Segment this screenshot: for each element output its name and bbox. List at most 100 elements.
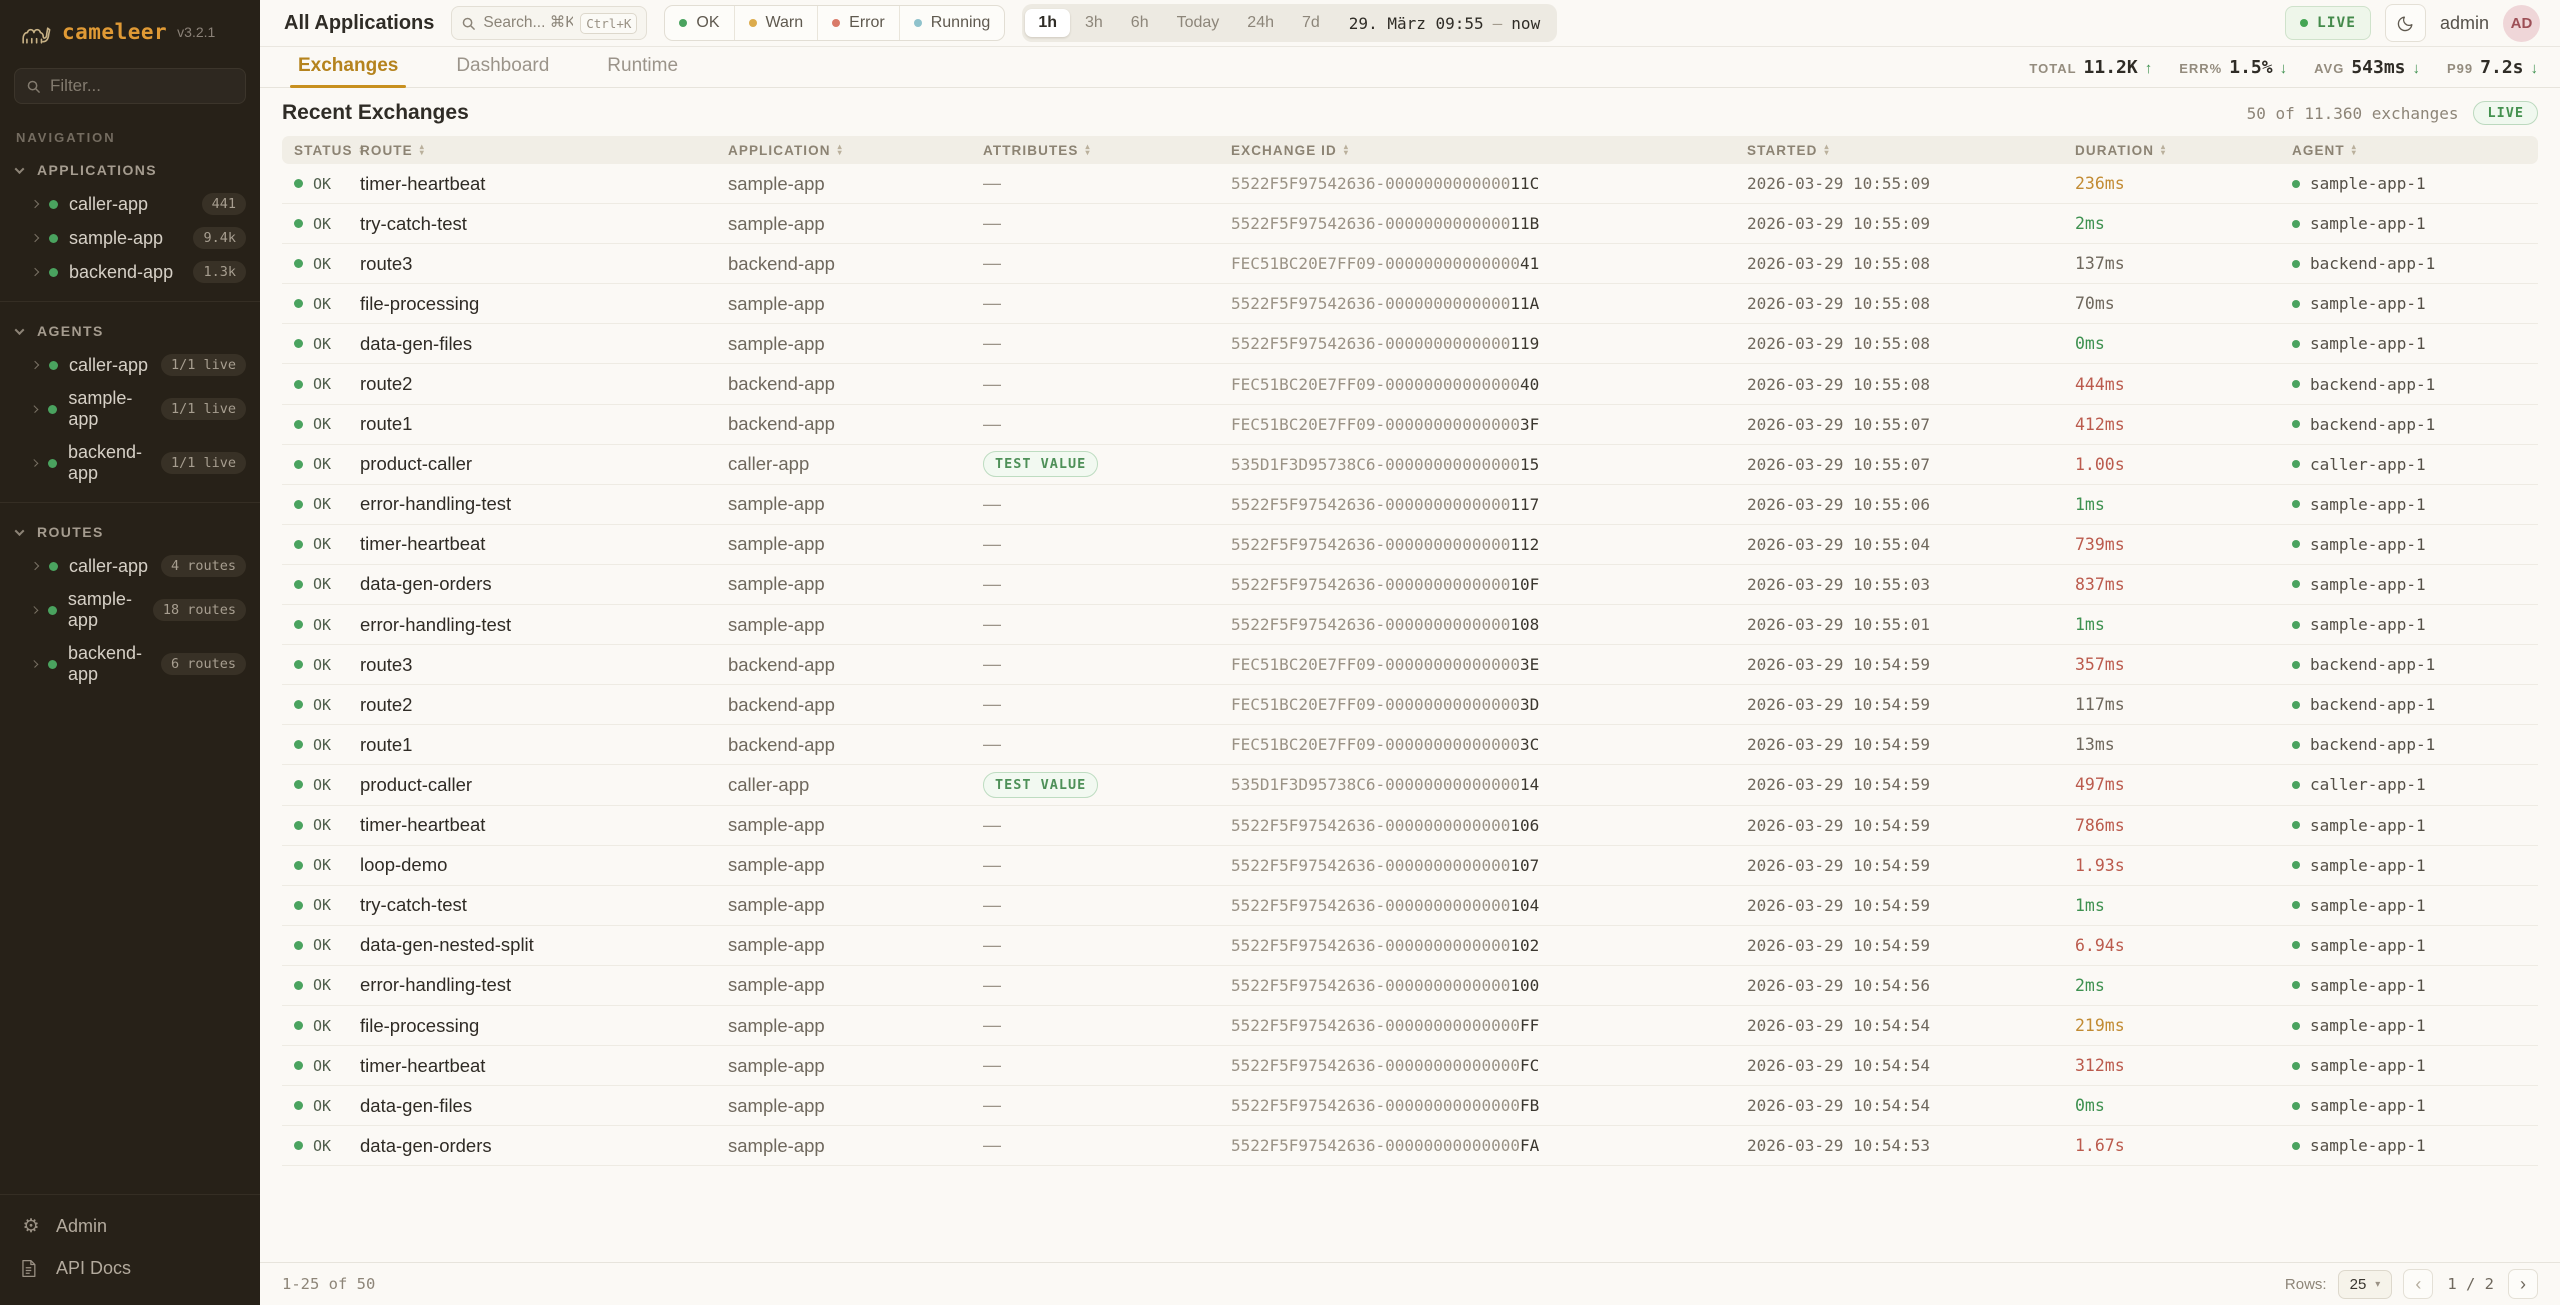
time-range-24h[interactable]: 24h xyxy=(1234,9,1287,37)
table-row[interactable]: OKtimer-heartbeatsample-app—5522F5F97542… xyxy=(282,1046,2538,1086)
sidebar-group-agents[interactable]: AGENTS xyxy=(0,314,260,348)
attributes-cell: — xyxy=(983,414,1231,435)
next-page-button[interactable]: › xyxy=(2508,1269,2538,1299)
status-filter-error[interactable]: Error xyxy=(818,6,900,40)
exchange-id-prefix: FEC51BC20E7FF09-00000000000000 xyxy=(1231,735,1520,754)
agent-status-dot xyxy=(2292,781,2300,789)
table-row[interactable]: OKroute1backend-app—FEC51BC20E7FF09-0000… xyxy=(282,725,2538,765)
theme-toggle-button[interactable] xyxy=(2385,4,2426,42)
exchange-id-prefix: 5522F5F97542636-0000000000000 xyxy=(1231,294,1510,313)
table-row[interactable]: OKdata-gen-filessample-app—5522F5F975426… xyxy=(282,324,2538,364)
exchange-id-prefix: 5522F5F97542636-00000000000000 xyxy=(1231,1016,1520,1035)
column-header-application[interactable]: APPLICATION▴▾ xyxy=(728,143,983,158)
column-header-route[interactable]: ROUTE▴▾ xyxy=(360,143,728,158)
tab-exchanges[interactable]: Exchanges xyxy=(296,47,400,87)
attribute-badge: TEST VALUE xyxy=(983,772,1098,798)
table-row[interactable]: OKtimer-heartbeatsample-app—5522F5F97542… xyxy=(282,164,2538,204)
table-row[interactable]: OKdata-gen-orderssample-app—5522F5F97542… xyxy=(282,1126,2538,1166)
table-row[interactable]: OKtimer-heartbeatsample-app—5522F5F97542… xyxy=(282,806,2538,846)
table-row[interactable]: OKdata-gen-filessample-app—5522F5F975426… xyxy=(282,1086,2538,1126)
search-input[interactable] xyxy=(483,14,573,32)
tab-dashboard[interactable]: Dashboard xyxy=(454,47,551,87)
table-row[interactable]: OKtry-catch-testsample-app—5522F5F975426… xyxy=(282,204,2538,244)
search-icon xyxy=(461,16,476,31)
status-filter-running[interactable]: Running xyxy=(900,6,1005,40)
agent-cell: caller-app-1 xyxy=(2292,455,2538,474)
sidebar-filter-input[interactable] xyxy=(50,76,234,96)
time-range-7d[interactable]: 7d xyxy=(1289,9,1333,37)
agent-cell: sample-app-1 xyxy=(2292,1056,2538,1075)
table-row[interactable]: OKroute3backend-app—FEC51BC20E7FF09-0000… xyxy=(282,645,2538,685)
sidebar-item-backend-app[interactable]: backend-app1/1 live xyxy=(0,436,260,490)
prev-page-button[interactable]: ‹ xyxy=(2403,1269,2433,1299)
column-label: STATUS xyxy=(294,143,353,158)
table-row[interactable]: OKloop-demosample-app—5522F5F97542636-00… xyxy=(282,846,2538,886)
exchange-id-suffix: 40 xyxy=(1520,375,1539,394)
time-range-today[interactable]: Today xyxy=(1164,9,1233,37)
exchange-id-suffix: 10F xyxy=(1510,575,1539,594)
sidebar-item-caller-app[interactable]: caller-app1/1 live xyxy=(0,348,260,382)
exchange-id-suffix: 11C xyxy=(1510,174,1539,193)
column-header-duration[interactable]: DURATION▴▾ xyxy=(2075,143,2292,158)
sidebar-footer-label: Admin xyxy=(56,1216,107,1237)
agent-name: backend-app-1 xyxy=(2310,655,2435,674)
sidebar-item-caller-app[interactable]: caller-app441 xyxy=(0,187,260,221)
agent-cell: backend-app-1 xyxy=(2292,695,2538,714)
status-filter-ok[interactable]: OK xyxy=(665,6,734,40)
table-row[interactable]: OKerror-handling-testsample-app—5522F5F9… xyxy=(282,966,2538,1006)
tabs: Exchanges Dashboard Runtime xyxy=(296,47,680,87)
table-row[interactable]: OKtimer-heartbeatsample-app—5522F5F97542… xyxy=(282,525,2538,565)
sidebar-item-sample-app[interactable]: sample-app1/1 live xyxy=(0,382,260,436)
nav-groups: APPLICATIONScaller-app441sample-app9.4kb… xyxy=(0,153,260,691)
column-header-started[interactable]: STARTED▴▾ xyxy=(1747,143,2075,158)
sidebar-item-sample-app[interactable]: sample-app18 routes xyxy=(0,583,260,637)
tab-runtime[interactable]: Runtime xyxy=(605,47,680,87)
application-cell: sample-app xyxy=(728,614,983,636)
rows-per-page-select[interactable]: 25 ▾ xyxy=(2338,1270,2393,1299)
time-range-6h[interactable]: 6h xyxy=(1118,9,1162,37)
exchange-id-suffix: 117 xyxy=(1510,495,1539,514)
column-header-status[interactable]: STATUS▴▾ xyxy=(282,143,360,158)
exchange-id-prefix: 5522F5F97542636-0000000000000 xyxy=(1231,976,1510,995)
table-row[interactable]: OKroute2backend-app—FEC51BC20E7FF09-0000… xyxy=(282,685,2538,725)
table-row[interactable]: OKfile-processingsample-app—5522F5F97542… xyxy=(282,284,2538,324)
table-row[interactable]: OKproduct-callercaller-appTEST VALUE535D… xyxy=(282,765,2538,805)
sidebar-item-backend-app[interactable]: backend-app6 routes xyxy=(0,637,260,691)
sidebar-group-applications[interactable]: APPLICATIONS xyxy=(0,153,260,187)
sidebar-item-sample-app[interactable]: sample-app9.4k xyxy=(0,221,260,255)
status-dot xyxy=(294,259,303,268)
sidebar-item-backend-app[interactable]: backend-app1.3k xyxy=(0,255,260,289)
sidebar-item-caller-app[interactable]: caller-app4 routes xyxy=(0,549,260,583)
table-row[interactable]: OKtry-catch-testsample-app—5522F5F975426… xyxy=(282,886,2538,926)
date-separator: — xyxy=(1493,14,1503,33)
avatar[interactable]: AD xyxy=(2503,5,2540,42)
chevron-right-icon xyxy=(31,234,39,242)
attributes-cell: — xyxy=(983,694,1231,715)
table-row[interactable]: OKerror-handling-testsample-app—5522F5F9… xyxy=(282,485,2538,525)
table-row[interactable]: OKroute2backend-app—FEC51BC20E7FF09-0000… xyxy=(282,364,2538,404)
column-header-exchange-id[interactable]: EXCHANGE ID▴▾ xyxy=(1231,143,1747,158)
sidebar-item-api-docs[interactable]: API Docs xyxy=(0,1248,260,1289)
table-row[interactable]: OKerror-handling-testsample-app—5522F5F9… xyxy=(282,605,2538,645)
sidebar-item-admin[interactable]: ⚙ Admin xyxy=(0,1205,260,1248)
table-row[interactable]: OKdata-gen-orderssample-app—5522F5F97542… xyxy=(282,565,2538,605)
table-row[interactable]: OKproduct-callercaller-appTEST VALUE535D… xyxy=(282,445,2538,485)
table-row[interactable]: OKfile-processingsample-app—5522F5F97542… xyxy=(282,1006,2538,1046)
status-dot xyxy=(294,981,303,990)
column-header-agent[interactable]: AGENT▴▾ xyxy=(2292,143,2538,158)
live-toggle-button[interactable]: LIVE xyxy=(2285,6,2371,40)
table-row[interactable]: OKdata-gen-nested-splitsample-app—5522F5… xyxy=(282,926,2538,966)
status-label: OK xyxy=(313,1137,331,1155)
status-dot xyxy=(49,562,58,571)
status-filter-warn[interactable]: Warn xyxy=(735,6,819,40)
table-row[interactable]: OKroute1backend-app—FEC51BC20E7FF09-0000… xyxy=(282,405,2538,445)
global-search: Ctrl+K xyxy=(451,6,647,40)
time-range-1h[interactable]: 1h xyxy=(1025,9,1070,37)
date-range[interactable]: 29. März 09:55 — now xyxy=(1333,14,1554,33)
sidebar-group-routes[interactable]: ROUTES xyxy=(0,515,260,549)
column-header-attributes[interactable]: ATTRIBUTES▴▾ xyxy=(983,143,1231,158)
table-row[interactable]: OKroute3backend-app—FEC51BC20E7FF09-0000… xyxy=(282,244,2538,284)
status-dot xyxy=(294,299,303,308)
agent-cell: sample-app-1 xyxy=(2292,575,2538,594)
time-range-3h[interactable]: 3h xyxy=(1072,9,1116,37)
